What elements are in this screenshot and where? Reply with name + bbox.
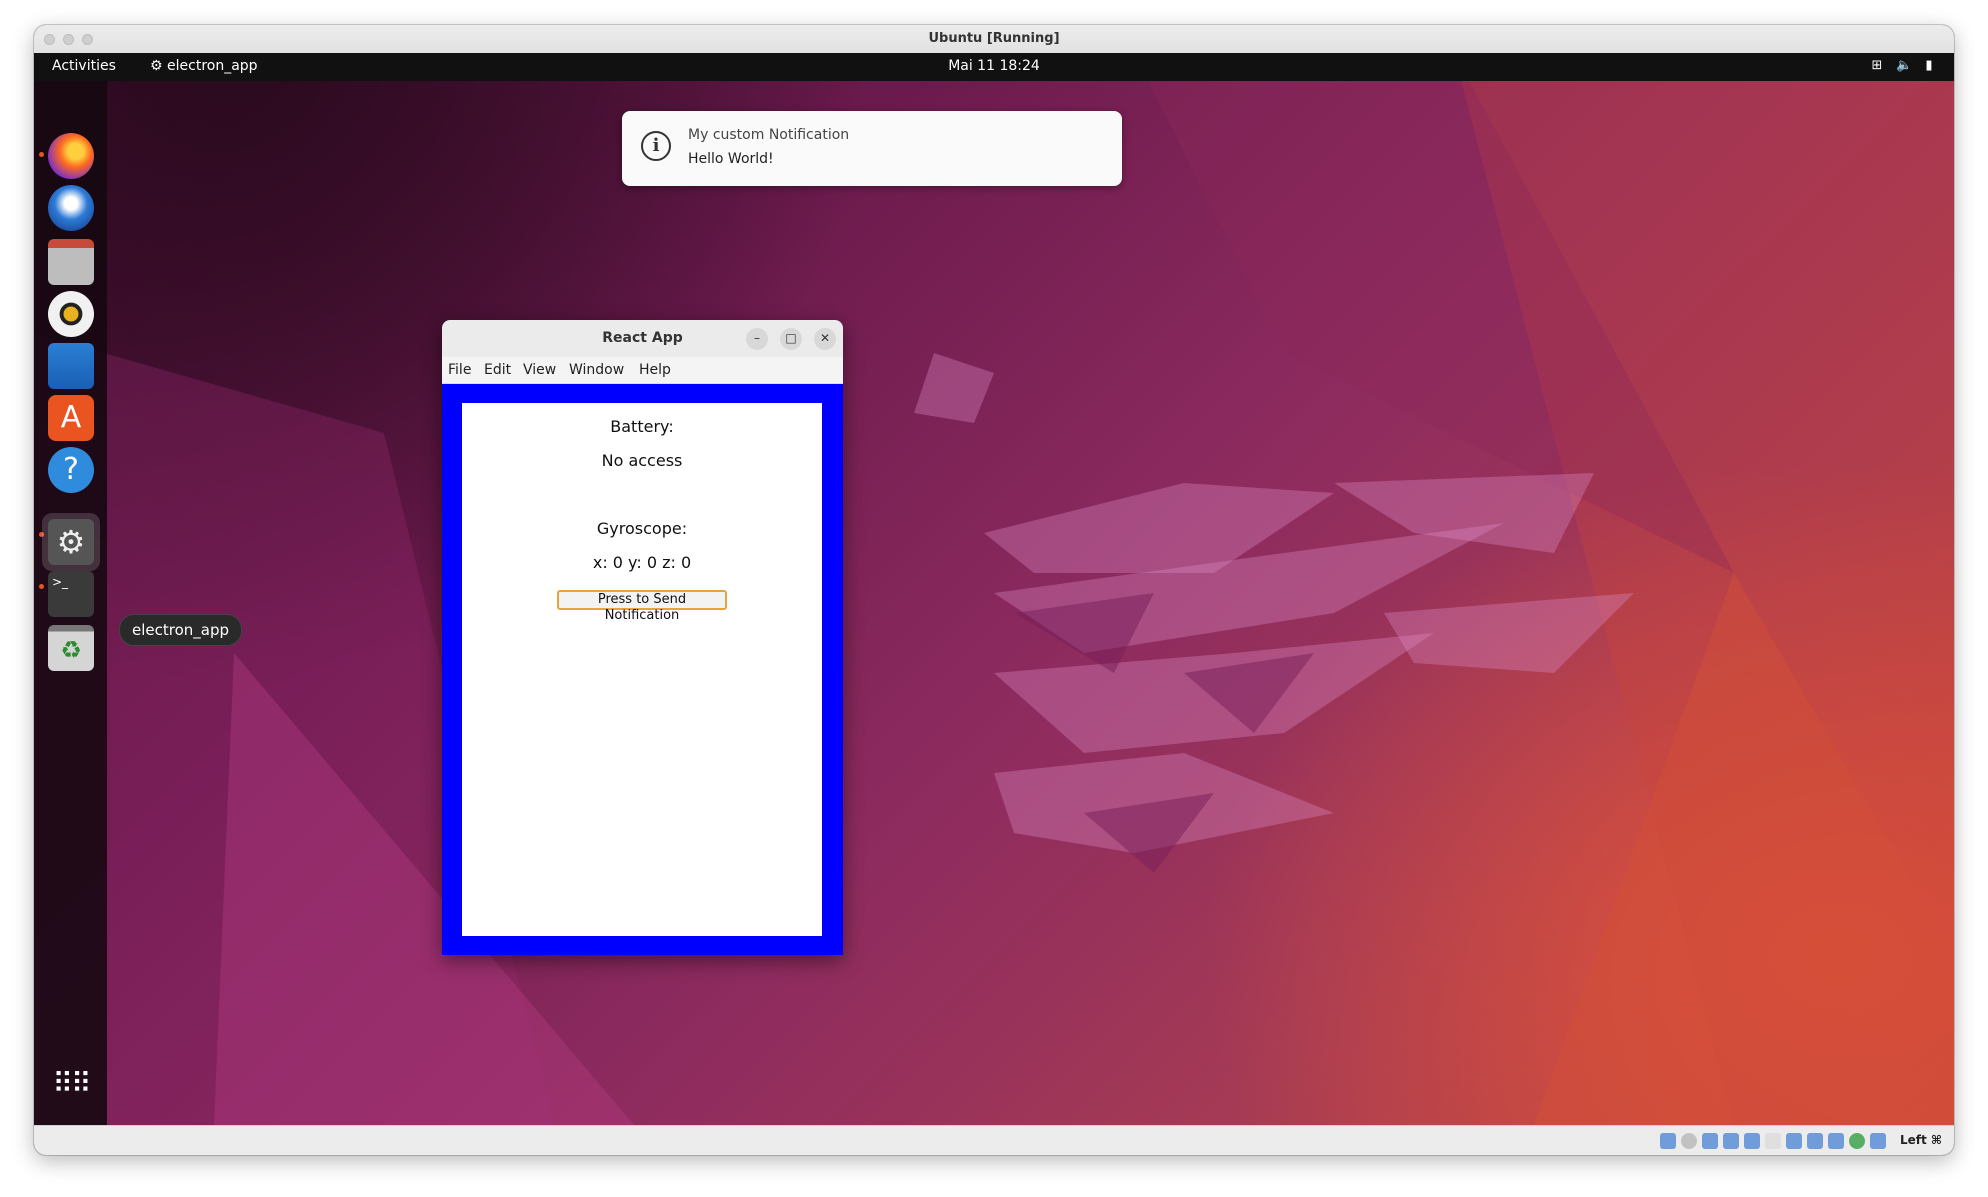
notification-body: Hello World! <box>688 151 774 167</box>
audio-icon[interactable] <box>1702 1133 1718 1149</box>
info-icon: i <box>641 131 671 161</box>
wallpaper-art <box>34 53 1954 1125</box>
rhythmbox-icon[interactable] <box>48 291 94 337</box>
battery-label: Battery: <box>610 417 674 436</box>
window-titlebar[interactable]: React App – □ ✕ <box>442 320 843 358</box>
firefox-icon[interactable] <box>48 133 94 179</box>
host-key-label: Left ⌘ <box>1899 1133 1942 1147</box>
notification-banner[interactable]: i My custom Notification Hello World! <box>622 111 1122 186</box>
files-icon[interactable] <box>48 239 94 285</box>
menu-help[interactable]: Help <box>639 362 671 378</box>
menu-bar: File Edit View Window Help <box>442 357 843 384</box>
menu-file[interactable]: File <box>448 362 471 378</box>
thunderbird-icon[interactable] <box>48 185 94 231</box>
display-icon[interactable] <box>1786 1133 1802 1149</box>
ubuntu-desktop[interactable]: Activities ⚙ electron_app Mai 11 18:24 ⊞… <box>34 53 1954 1125</box>
react-app-window: React App – □ ✕ File Edit View Window He… <box>442 320 843 955</box>
volume-icon: 🔈 <box>1896 58 1913 73</box>
running-indicator <box>39 584 44 589</box>
terminal-icon[interactable]: >_ <box>48 571 94 617</box>
app-center-icon[interactable]: A <box>48 395 94 441</box>
notification-title: My custom Notification <box>688 127 850 143</box>
gyroscope-label: Gyroscope: <box>596 519 688 538</box>
network-adapter-icon[interactable] <box>1723 1133 1739 1149</box>
close-button[interactable]: ✕ <box>814 328 836 350</box>
clock[interactable]: Mai 11 18:24 <box>34 58 1954 74</box>
menu-view[interactable]: View <box>523 362 556 378</box>
usb-icon[interactable] <box>1744 1133 1760 1149</box>
electron-app-gear-icon[interactable]: ⚙ <box>48 519 94 565</box>
keyboard-capture-icon[interactable] <box>1870 1133 1886 1149</box>
battery-value: No access <box>601 451 683 470</box>
virtualbox-window: Ubuntu [Running] Activities ⚙ electron_a… <box>34 25 1954 1155</box>
send-notification-button[interactable]: Press to Send Notification <box>557 590 727 623</box>
dock: A ? ⚙ >_ ♻ ⠿⠿ <box>34 81 107 1125</box>
running-indicator <box>39 152 44 157</box>
network-icon: ⊞ <box>1871 58 1883 73</box>
host-titlebar: Ubuntu [Running] <box>34 25 1954 54</box>
menu-edit[interactable]: Edit <box>484 362 511 378</box>
dock-tooltip: electron_app <box>119 614 243 646</box>
status-icons <box>1660 1133 1886 1149</box>
recording-icon[interactable] <box>1807 1133 1823 1149</box>
shared-folder-icon[interactable] <box>1765 1133 1781 1149</box>
menu-window[interactable]: Window <box>569 362 624 378</box>
trash-icon[interactable]: ♻ <box>48 625 94 671</box>
gyroscope-value: x: 0 y: 0 z: 0 <box>592 553 692 572</box>
optical-drive-icon[interactable] <box>1681 1133 1697 1149</box>
help-icon[interactable]: ? <box>48 447 94 493</box>
writer-icon[interactable] <box>48 343 94 389</box>
battery-icon: ▮ <box>1925 58 1933 73</box>
cpu-icon[interactable] <box>1828 1133 1844 1149</box>
system-tray[interactable]: ⊞ 🔈 ▮ <box>1870 59 1936 73</box>
globe-icon[interactable] <box>1849 1133 1865 1149</box>
app-content: Battery: No access Gyroscope: x: 0 y: 0 … <box>462 403 822 936</box>
gnome-top-bar: Activities ⚙ electron_app Mai 11 18:24 ⊞… <box>34 53 1954 81</box>
maximize-button[interactable]: □ <box>780 328 802 350</box>
host-window-title: Ubuntu [Running] <box>928 31 1060 46</box>
show-apps-grid-icon[interactable]: ⠿⠿ <box>48 1061 94 1107</box>
host-status-bar: Left ⌘ <box>34 1125 1954 1155</box>
minimize-button[interactable]: – <box>746 328 768 350</box>
hard-disk-icon[interactable] <box>1660 1133 1676 1149</box>
